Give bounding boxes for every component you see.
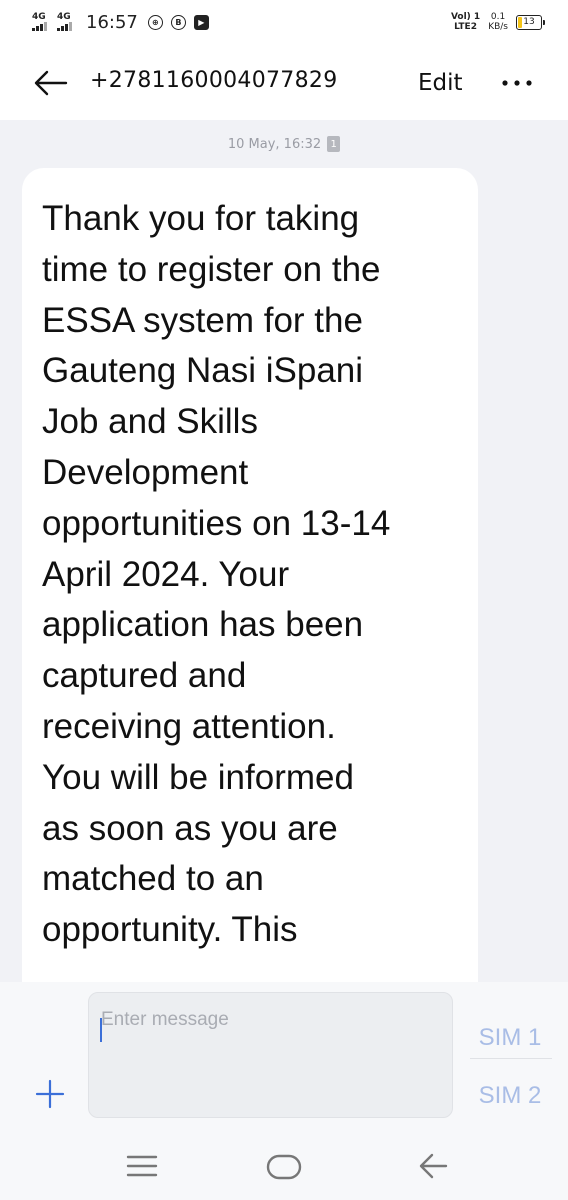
message-timestamp: 10 May, 16:32 [227,136,322,152]
more-icon[interactable] [500,78,534,88]
net-speed-value: 0.1 [490,12,506,22]
signal-1-label: 4G [32,12,46,22]
text-caret [100,1018,102,1042]
signal-bars-icon [32,22,47,31]
signal-2: 4G [57,13,72,31]
data-saver-icon: ⊕ [147,14,163,30]
edit-button[interactable]: Edit [418,70,463,96]
back-icon[interactable] [418,1152,448,1180]
signal-2-label: 4G [57,12,71,22]
send-sim2-button[interactable]: SIM 2 [462,1068,558,1124]
volte-line-2: LTE2 [454,22,477,32]
status-bar: 4G 4G 16:57 ⊕ B ▶ Vol) 1 LTE2 0.1 KB/s 1… [0,0,568,44]
b-icon: B [170,14,186,30]
status-left: 4G 4G 16:57 ⊕ B ▶ [32,12,209,33]
navigation-bar [0,1130,568,1200]
message-input[interactable] [88,992,453,1118]
message-text: Thank you for taking time to register on… [42,199,391,950]
status-time: 16:57 [86,11,138,33]
net-speed: 0.1 KB/s [488,12,508,32]
volte-indicator: Vol) 1 LTE2 [451,12,480,32]
message-timestamp-row: 10 May, 16:32 1 [0,136,568,152]
net-speed-unit: KB/s [488,22,508,32]
battery-level: 13 [523,17,535,27]
conversation-header: +2781160004077829 Edit [0,44,568,120]
signal-1: 4G [32,13,47,31]
message-bubble[interactable]: Thank you for taking time to register on… [22,168,478,982]
sim-divider [470,1058,552,1059]
contact-number[interactable]: +2781160004077829 [90,68,338,93]
youtube-icon: ▶ [193,14,209,30]
conversation-area[interactable]: 10 May, 16:32 1 Thank you for taking tim… [0,120,568,982]
menu-icon[interactable] [126,1154,158,1178]
back-arrow-icon[interactable] [34,70,68,96]
battery-icon: 13 [516,14,545,30]
status-right: Vol) 1 LTE2 0.1 KB/s 13 [451,12,545,32]
signal-bars-icon [57,22,72,31]
home-icon[interactable] [266,1154,302,1180]
volte-line-1: Vol) 1 [450,12,481,22]
add-icon[interactable] [34,1078,66,1110]
sim-badge: 1 [327,136,341,152]
